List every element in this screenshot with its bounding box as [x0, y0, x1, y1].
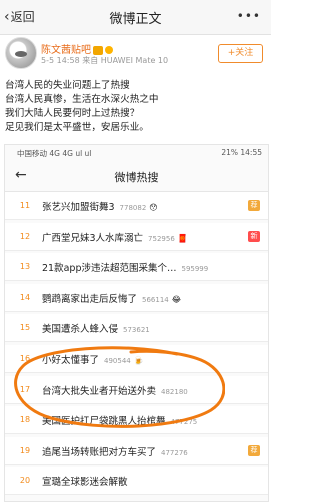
inner-title: 微博热搜: [114, 171, 159, 184]
hot-search-title: 美国医护扛尸袋跳黑人抬棺舞 477275: [42, 416, 198, 428]
page-title: 微博正文: [109, 12, 162, 27]
hot-search-row[interactable]: 16 小好太懂事了 490544 🍺: [5, 345, 268, 373]
inner-nav-bar: ← 微博热搜: [5, 161, 268, 192]
hot-search-row[interactable]: 18 美国医护扛尸袋跳黑人抬棺舞 477275: [5, 406, 268, 435]
tag-badge: 荐: [248, 200, 260, 211]
top-bar: ‹返回 微博正文 •••: [0, 0, 271, 35]
heat-count: 573621: [123, 326, 150, 335]
heat-count: 477276: [161, 448, 188, 457]
hot-search-title: 宣璐全球影迷会解散: [42, 477, 128, 489]
more-menu-icon[interactable]: •••: [237, 9, 261, 23]
heat-count: 477275: [170, 418, 198, 427]
rank-number: 15: [19, 323, 31, 333]
status-battery-time: 21% 14:55: [221, 148, 262, 157]
emoji-icon: 😯: [149, 203, 158, 212]
heat-count: 595999: [181, 265, 209, 274]
rank-number: 11: [19, 201, 31, 210]
rank-number: 20: [19, 476, 31, 486]
heat-count: 482180: [161, 387, 188, 396]
tag-badge: 荐: [248, 444, 260, 456]
tag-badge: 新: [248, 230, 260, 242]
hot-search-title: 张艺兴加盟街舞3 778082 😯: [42, 202, 158, 213]
follow-button[interactable]: +关注: [218, 44, 263, 63]
post-body: 台湾人民的失业问题上了热搜 台湾人民真惨，生活在水深火热之中 我们大陆人民要何时…: [5, 79, 267, 135]
post-line: 我们大陆人民要何时上过热搜？: [5, 108, 140, 119]
rank-number: 17: [19, 384, 31, 394]
hot-search-title: 21款app涉违法超范围采集个… 595999: [42, 263, 209, 275]
author-name[interactable]: 陈文茜贴吧: [41, 41, 113, 56]
heat-count: 752956: [148, 234, 175, 243]
heat-count: 490544: [104, 357, 131, 365]
rank-number: 12: [19, 231, 31, 241]
rank-number: 14: [19, 292, 31, 302]
emoji-icon: 🧧: [177, 233, 188, 243]
hot-search-row[interactable]: 14 鹦鹉离家出走后反悔了 566114 😂: [5, 283, 268, 312]
post-line: 足见我们是太平盛世，安居乐业。: [5, 122, 149, 133]
vip-badge-icon: [93, 45, 103, 55]
hot-search-row[interactable]: 12 广西堂兄妹3人水库溺亡 752956 🧧 新: [5, 222, 268, 251]
rank-number: 13: [19, 262, 31, 272]
hot-search-row[interactable]: 15 美国遭杀人蜂入侵 573621: [5, 314, 268, 343]
hot-search-row[interactable]: 20 宣璐全球影迷会解散: [5, 467, 268, 496]
author-card: 陈文茜贴吧 5-5 14:58 来自 HUAWEI Mate 10 +关注: [0, 34, 271, 74]
hot-search-title: 鹦鹉离家出走后反悔了 566114 😂: [42, 293, 182, 305]
hot-search-row[interactable]: 13 21款app涉违法超范围采集个… 595999: [5, 253, 268, 282]
hot-search-row[interactable]: 19 追尾当场转账把对方车买了 477276 荐: [5, 436, 268, 465]
post-meta: 5-5 14:58 来自 HUAWEI Mate 10: [41, 56, 169, 65]
rank-number: 19: [19, 445, 31, 455]
rank-number: 18: [19, 415, 31, 425]
hot-search-title: 追尾当场转账把对方车买了 477276: [42, 446, 188, 458]
heat-count: 778082: [119, 204, 147, 212]
avatar[interactable]: [5, 37, 37, 69]
hot-search-title: 广西堂兄妹3人水库溺亡 752956 🧧: [42, 232, 188, 244]
emoji-icon: 🍺: [133, 356, 144, 365]
level-badge-icon: [105, 46, 113, 54]
rank-number: 16: [19, 354, 31, 363]
hot-search-title: 台湾大批失业者开始送外卖 482180: [42, 385, 188, 397]
post-line: 台湾人民的失业问题上了热搜: [5, 80, 130, 91]
embedded-screenshot[interactable]: 中国移动 4G 4G ul ul 21% 14:55 ← 微博热搜 11 张艺兴加…: [4, 144, 269, 502]
hot-search-title: 小好太懂事了 490544 🍺: [42, 355, 144, 366]
hot-search-row[interactable]: 17 台湾大批失业者开始送外卖 482180: [5, 375, 268, 404]
post-line: 台湾人民真惨，生活在水深火热之中: [5, 94, 159, 105]
heat-count: 566114: [142, 295, 169, 304]
status-carrier: 中国移动 4G 4G ul ul: [17, 149, 92, 158]
emoji-icon: 😂: [171, 294, 182, 304]
hot-search-row[interactable]: 11 张艺兴加盟街舞3 778082 😯 荐: [5, 192, 268, 220]
hot-search-title: 美国遭杀人蜂入侵 573621: [42, 324, 150, 336]
status-bar: 中国移动 4G 4G ul ul 21% 14:55: [5, 145, 268, 161]
